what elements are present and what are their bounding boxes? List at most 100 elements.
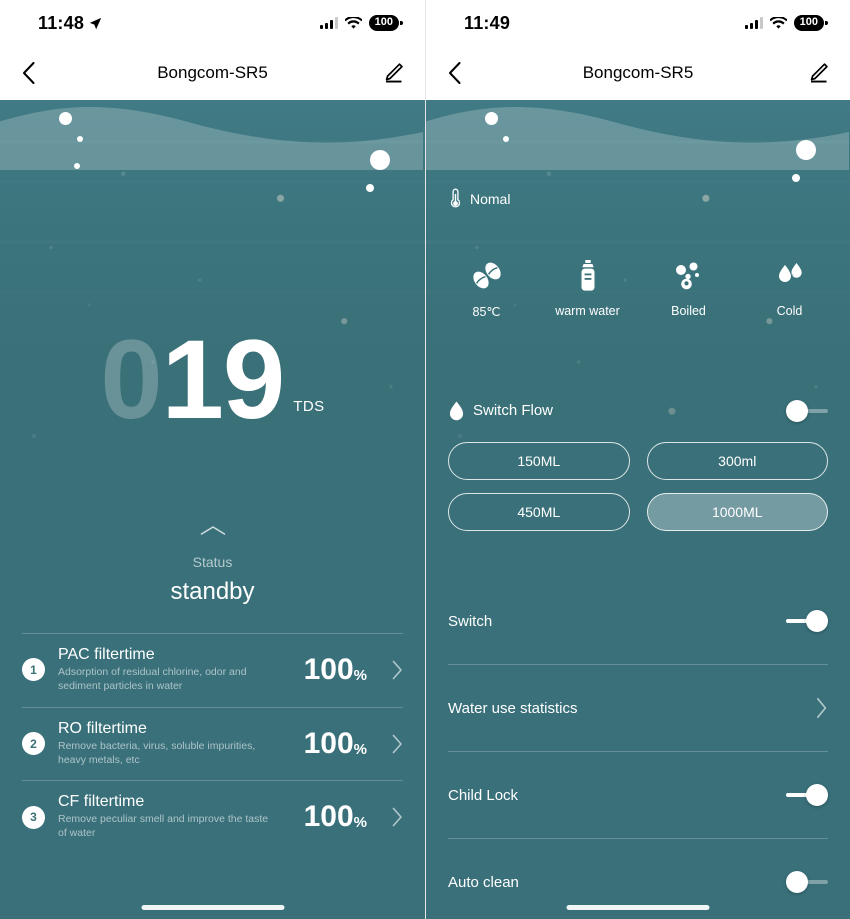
edit-button[interactable] (383, 62, 403, 84)
filter-percent-group: 100% (304, 800, 367, 834)
status-section: Status standby (0, 525, 425, 606)
tds-value: 19 (161, 317, 286, 442)
page-title: Bongcom-SR5 (582, 63, 694, 82)
bubble-decoration (77, 136, 83, 142)
setting-row-switch[interactable]: Switch (448, 578, 828, 664)
chevron-right-icon (392, 807, 402, 827)
switch-flow-toggle[interactable] (786, 399, 828, 422)
tds-leading-zero: 0 (100, 317, 162, 442)
chevron-right-icon (392, 660, 402, 680)
wifi-icon (344, 16, 362, 29)
edit-button[interactable] (808, 62, 828, 84)
mode-85c[interactable]: 85℃ (443, 258, 531, 319)
child-lock-toggle[interactable] (786, 784, 828, 806)
auto-clean-toggle[interactable] (786, 871, 828, 893)
filter-row-pac[interactable]: 1 PAC filtertime Adsorption of residual … (22, 634, 403, 707)
tds-reading: 019 TDS (0, 324, 425, 436)
filter-description: Remove peculiar smell and improve the ta… (58, 813, 269, 840)
volume-button-300ml[interactable]: 300ml (646, 442, 828, 480)
filter-title: CF filtertime (58, 793, 145, 811)
setting-row-child-lock[interactable]: Child Lock (448, 752, 828, 838)
setting-control (786, 610, 828, 632)
bubble-decoration (503, 136, 509, 142)
status-bar-indicators: 100 (319, 14, 404, 32)
battery-indicator: 100 (368, 14, 404, 32)
setting-label: Switch (448, 612, 493, 630)
filter-percent-group: 100% (304, 727, 367, 761)
right-water-hero: Nomal 85℃ warm water Boiled Cold Switch … (426, 100, 850, 919)
status-bar-time: 11:48 (38, 12, 85, 33)
status-label: Status (192, 554, 233, 570)
back-button[interactable] (22, 62, 52, 84)
water-surface-wave (0, 107, 423, 170)
filter-text-block: PAC filtertime Adsorption of residual ch… (58, 646, 291, 694)
chevron-right-icon (816, 697, 827, 719)
home-indicator[interactable] (141, 905, 284, 910)
filter-description: Adsorption of residual chlorine, odor an… (58, 666, 247, 692)
volume-button-150ml[interactable]: 150ML (448, 442, 630, 480)
filter-index-badge: 3 (22, 805, 45, 829)
page-title: Bongcom-SR5 (157, 63, 268, 82)
setting-row-water-use-statistics[interactable]: Water use statistics (448, 665, 828, 751)
back-button[interactable] (448, 62, 478, 84)
filter-percent-value: 100 (303, 800, 354, 834)
right-screen-device-settings: 11:49 100 Bongcom-SR5 Nomal 85℃ warm wat… (425, 0, 850, 919)
filter-percent-value: 100 (303, 652, 354, 686)
volume-button-450ml[interactable]: 450ML (448, 493, 630, 531)
chevron-right-icon (392, 734, 402, 753)
battery-indicator: 100 (793, 14, 829, 32)
thermometer-icon (450, 188, 461, 208)
right-status-bar: 11:49 100 (426, 0, 850, 46)
volume-button-1000ml[interactable]: 1000ML (646, 493, 828, 531)
mode-label: warm water (555, 304, 620, 318)
left-status-bar: 11:48 100 (0, 0, 425, 46)
status-bar-time: 11:49 (464, 12, 511, 33)
mode-boiled[interactable]: Boiled (645, 258, 733, 319)
switch-flow-label: Switch Flow (473, 402, 554, 419)
mode-cold[interactable]: Cold (746, 258, 834, 319)
pencil-edit-icon (385, 63, 403, 83)
mode-label: Cold (776, 304, 803, 318)
chevron-left-icon (449, 62, 461, 84)
right-nav-bar: Bongcom-SR5 (426, 46, 850, 100)
pencil-edit-icon (810, 63, 828, 83)
filter-row-ro[interactable]: 2 RO filtertime Remove bacteria, virus, … (22, 708, 403, 781)
mode-warm-water[interactable]: warm water (544, 258, 632, 319)
setting-control (786, 784, 828, 806)
filter-text-block: CF filtertime Remove peculiar smell and … (58, 793, 291, 841)
bubble-decoration (366, 184, 374, 192)
setting-control (816, 697, 828, 719)
switch-flow-header: Switch Flow (448, 399, 828, 422)
filter-text-block: RO filtertime Remove bacteria, virus, so… (58, 720, 291, 768)
bubble-decoration (792, 174, 800, 182)
filter-index-badge: 2 (22, 732, 45, 756)
chevron-left-icon (23, 62, 35, 84)
toggle-knob (806, 610, 828, 632)
left-nav-bar: Bongcom-SR5 (0, 46, 425, 100)
current-mode-label: Nomal (470, 190, 511, 207)
filter-percent-group: 100% (304, 653, 367, 687)
coffee-beans-icon (443, 258, 531, 294)
temperature-mode-row: 85℃ warm water Boiled Cold (426, 258, 850, 319)
water-surface-wave (426, 107, 849, 170)
status-bar-time-group: 11:49 (464, 13, 510, 34)
home-indicator[interactable] (566, 905, 710, 910)
left-screen-device-home: 11:48 100 Bongcom-SR5 019 TDS Status sta… (0, 0, 425, 919)
percent-sign: % (353, 814, 367, 832)
percent-sign: % (353, 666, 367, 684)
cellular-signal-icon (744, 17, 763, 29)
bubble-decoration (74, 163, 80, 169)
bubble-decoration (485, 112, 498, 125)
baby-bottle-icon (544, 258, 632, 294)
chevron-up-icon[interactable] (200, 525, 226, 536)
bubbles-icon (645, 258, 733, 294)
water-drop-icon (449, 401, 464, 421)
wifi-icon (769, 16, 787, 29)
percent-sign: % (353, 740, 367, 758)
switch-toggle[interactable] (786, 610, 828, 632)
location-arrow-icon (89, 17, 102, 29)
filter-title: RO filtertime (58, 719, 147, 737)
filter-row-cf[interactable]: 3 CF filtertime Remove peculiar smell an… (22, 781, 403, 854)
filter-percent-value: 100 (303, 726, 354, 760)
setting-label: Child Lock (448, 786, 519, 804)
